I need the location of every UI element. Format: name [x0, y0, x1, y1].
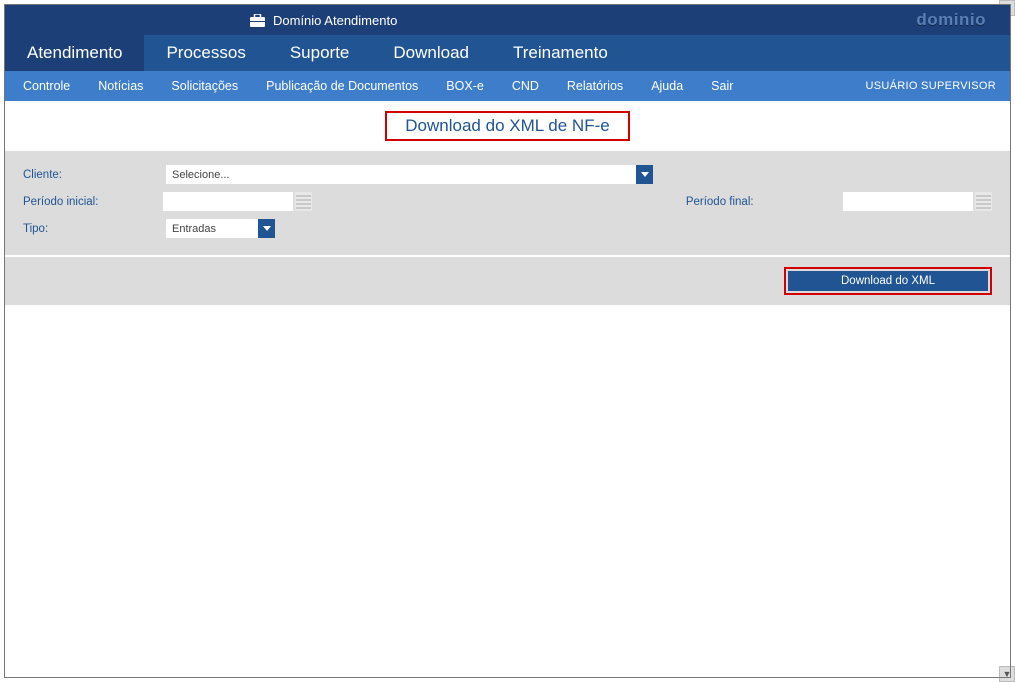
submenu-box-e[interactable]: BOX-e [446, 79, 484, 93]
tab-suporte[interactable]: Suporte [268, 35, 372, 71]
download-button-highlight: Download do XML [784, 267, 992, 295]
row-periodo: Período inicial: Período final: [23, 192, 992, 211]
tab-atendimento[interactable]: Atendimento [5, 35, 144, 71]
app-title: Domínio Atendimento [273, 13, 397, 28]
page-title: Download do XML de NF-e [385, 111, 629, 141]
briefcase-icon [250, 14, 265, 27]
submenu-noticias[interactable]: Notícias [98, 79, 143, 93]
periodo-final-input[interactable] [843, 192, 992, 211]
brand-logo: dominio [916, 10, 986, 30]
periodo-final-field[interactable] [843, 192, 973, 211]
submenu-sair[interactable]: Sair [711, 79, 733, 93]
cliente-value: Selecione... [166, 165, 636, 184]
submenu-publicacao-documentos[interactable]: Publicação de Documentos [266, 79, 418, 93]
main-tabs: Atendimento Processos Suporte Download T… [5, 35, 1010, 71]
sub-menu: Controle Notícias Solicitações Publicaçã… [5, 71, 1010, 101]
app-window: Domínio Atendimento dominio Atendimento … [4, 4, 1011, 678]
submenu-ajuda[interactable]: Ajuda [651, 79, 683, 93]
tipo-label: Tipo: [23, 223, 166, 235]
chevron-down-icon[interactable] [636, 165, 653, 184]
calendar-icon[interactable] [295, 192, 312, 211]
periodo-final-label: Período final: [686, 196, 843, 208]
submenu-solicitacoes[interactable]: Solicitações [171, 79, 238, 93]
chevron-down-icon[interactable] [258, 219, 275, 238]
titlebar: Domínio Atendimento dominio [5, 5, 1010, 35]
tab-processos[interactable]: Processos [144, 35, 267, 71]
calendar-icon[interactable] [975, 192, 992, 211]
periodo-inicial-input[interactable] [163, 192, 312, 211]
submenu-cnd[interactable]: CND [512, 79, 539, 93]
tipo-value: Entradas [166, 219, 258, 238]
download-xml-button[interactable]: Download do XML [788, 271, 988, 291]
cliente-dropdown[interactable]: Selecione... [166, 165, 653, 184]
page-title-row: Download do XML de NF-e [5, 101, 1010, 151]
submenu-relatorios[interactable]: Relatórios [567, 79, 623, 93]
user-label: USUÁRIO SUPERVISOR [865, 80, 996, 92]
submenu-controle[interactable]: Controle [23, 79, 70, 93]
tipo-dropdown[interactable]: Entradas [166, 219, 275, 238]
periodo-inicial-field[interactable] [163, 192, 293, 211]
tab-download[interactable]: Download [371, 35, 491, 71]
button-row: Download do XML [5, 255, 1010, 305]
row-cliente: Cliente: Selecione... [23, 165, 992, 184]
row-tipo: Tipo: Entradas [23, 219, 992, 238]
form-panel: Cliente: Selecione... Período inicial: P… [5, 151, 1010, 255]
periodo-inicial-label: Período inicial: [23, 196, 163, 208]
cliente-label: Cliente: [23, 169, 166, 181]
tab-treinamento[interactable]: Treinamento [491, 35, 630, 71]
